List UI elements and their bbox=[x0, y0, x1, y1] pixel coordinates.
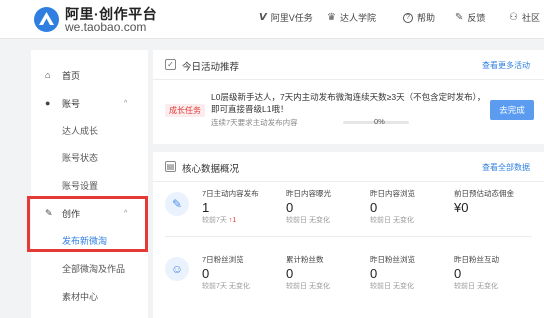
stat-fan-interactions: 昨日粉丝互动 0 较前日 无变化 bbox=[454, 254, 534, 291]
sidebar-item-publish-weitao[interactable]: 发布新微淘 bbox=[31, 229, 148, 251]
chevron-up-icon: ^ bbox=[124, 209, 128, 217]
user-icon: ● bbox=[45, 98, 51, 108]
card-title: 核心数据概况 bbox=[182, 164, 240, 175]
stat-label: 累计粉丝数 bbox=[286, 255, 324, 264]
card-title: 今日活动推荐 bbox=[182, 62, 240, 73]
stat-value: 0 bbox=[370, 266, 378, 281]
stat-compare: 较前日 无变化 bbox=[370, 283, 414, 290]
fans-icon: ☺ bbox=[165, 257, 189, 281]
sidebar-item-label: 发布新微淘 bbox=[62, 235, 108, 246]
task-badge: 成长任务 bbox=[165, 104, 205, 117]
sidebar-item-label: 账号设置 bbox=[62, 180, 99, 191]
activity-card: ✓ 今日活动推荐 查看更多活动 成长任务 L0层级新手达人，7天内主动发布微淘连… bbox=[153, 50, 544, 144]
chevron-up-icon: ^ bbox=[124, 99, 128, 107]
help-icon: ? bbox=[403, 12, 413, 23]
core-data-card: ▤ 核心数据概况 查看全部数据 ✎ 7日主动内容发布 1 较前7天 ↑1 昨日内… bbox=[153, 152, 544, 318]
progress-label: 连续7天要求主动发布内容 bbox=[211, 118, 298, 127]
stat-label: 前日预估动态佣金 bbox=[454, 189, 514, 198]
sidebar-item-create[interactable]: ✎ 创作 ^ bbox=[31, 202, 148, 224]
nav-label: 帮助 bbox=[417, 13, 436, 23]
logo-icon[interactable] bbox=[33, 6, 60, 33]
stat-views: 昨日内容浏览 0 较前日 无变化 bbox=[370, 188, 450, 225]
sidebar-item-account-status[interactable]: 账号状态 bbox=[31, 146, 148, 168]
crown-icon: ♛ bbox=[327, 12, 336, 23]
all-data-link[interactable]: 查看全部数据 bbox=[482, 162, 530, 173]
nav-label: 达人学院 bbox=[339, 13, 376, 23]
stat-label: 昨日粉丝浏览 bbox=[370, 255, 415, 264]
stat-compare: 较前日 无变化 bbox=[286, 217, 330, 224]
pen-icon: ✎ bbox=[45, 207, 53, 218]
document-icon: ✎ bbox=[165, 192, 189, 216]
logo-domain: we.taobao.com bbox=[65, 20, 147, 34]
feedback-icon: ✎ bbox=[455, 12, 464, 23]
nav-label: 反馈 bbox=[467, 13, 486, 23]
checkbox-icon: ✓ bbox=[165, 59, 176, 70]
stat-label: 昨日内容曝光 bbox=[286, 189, 331, 198]
sidebar-item-label: 素材中心 bbox=[62, 291, 99, 302]
nav-help[interactable]: ? 帮助 bbox=[403, 11, 435, 24]
stat-value: 0 bbox=[370, 200, 378, 215]
nav-community[interactable]: ⚇ 社区 bbox=[509, 11, 540, 24]
sidebar-item-label: 首页 bbox=[62, 70, 81, 81]
row-divider bbox=[165, 236, 532, 237]
stat-compare: 较前日 无变化 bbox=[454, 283, 498, 290]
community-icon: ⚇ bbox=[509, 12, 518, 23]
top-header: 阿里·创作平台 we.taobao.com V 阿里V任务 ♛ 达人学院 ? 帮… bbox=[0, 0, 544, 39]
nav-label: 阿里V任务 bbox=[270, 13, 313, 23]
stat-label: 7日主动内容发布 bbox=[202, 189, 259, 198]
task-description: L0层级新手达人，7天内主动发布微淘连续天数≥3天（不包含定时发布），即可直接晋… bbox=[211, 92, 486, 114]
sidebar-item-label: 账号状态 bbox=[62, 152, 99, 163]
chart-icon: ▤ bbox=[165, 161, 176, 172]
stat-label: 昨日内容浏览 bbox=[370, 189, 415, 198]
sidebar-item-label: 创作 bbox=[62, 208, 81, 219]
v-icon: V bbox=[259, 12, 267, 23]
stat-compare: 较前日 无变化 bbox=[370, 217, 414, 224]
stat-compare: 较前7天 无变化 bbox=[202, 283, 250, 290]
complete-task-button[interactable]: 去完成 bbox=[490, 100, 534, 120]
sidebar-item-all-works[interactable]: 全部微淘及作品 bbox=[31, 257, 148, 279]
stat-fan-views: 昨日粉丝浏览 0 较前日 无变化 bbox=[370, 254, 450, 291]
stat-compare: 较前7天 ↑1 bbox=[202, 217, 237, 224]
trend-up: ↑1 bbox=[228, 217, 237, 224]
stat-value: 0 bbox=[454, 266, 462, 281]
stat-label: 昨日粉丝互动 bbox=[454, 255, 499, 264]
stat-compare: 较前日 无变化 bbox=[286, 283, 330, 290]
stat-value: 0 bbox=[286, 200, 294, 215]
sidebar-item-account[interactable]: ● 账号 ^ bbox=[31, 92, 148, 114]
sidebar-item-home[interactable]: ⌂ 首页 bbox=[31, 64, 148, 86]
sidebar: ⌂ 首页 ● 账号 ^ 达人成长 账号状态 账号设置 ✎ 创作 ^ 发布新微淘 … bbox=[31, 50, 148, 318]
sidebar-item-account-settings[interactable]: 账号设置 bbox=[31, 174, 148, 196]
stat-7day-posts: 7日主动内容发布 1 较前7天 ↑1 bbox=[202, 188, 282, 225]
card-header: ▤ 核心数据概况 查看全部数据 bbox=[153, 152, 544, 182]
sidebar-item-label: 达人成长 bbox=[62, 125, 99, 136]
sidebar-item-material-center[interactable]: 素材中心 bbox=[31, 285, 148, 307]
nav-academy[interactable]: ♛ 达人学院 bbox=[327, 11, 376, 24]
nav-feedback[interactable]: ✎ 反馈 bbox=[455, 11, 485, 24]
stat-7day-fan-views: 7日粉丝浏览 0 较前7天 无变化 bbox=[202, 254, 282, 291]
sidebar-item-label: 全部微淘及作品 bbox=[62, 263, 126, 274]
nav-label: 社区 bbox=[521, 13, 540, 23]
stat-value: 1 bbox=[202, 200, 210, 215]
card-header: ✓ 今日活动推荐 查看更多活动 bbox=[153, 50, 544, 80]
stat-commission: 前日预估动态佣金 ¥0 bbox=[454, 188, 534, 215]
sidebar-item-label: 账号 bbox=[62, 98, 81, 109]
stat-value: 0 bbox=[202, 266, 210, 281]
stat-total-fans: 累计粉丝数 0 较前日 无变化 bbox=[286, 254, 366, 291]
stat-value: ¥0 bbox=[454, 200, 469, 215]
home-icon: ⌂ bbox=[45, 70, 51, 80]
stat-exposure: 昨日内容曝光 0 较前日 无变化 bbox=[286, 188, 366, 225]
more-activities-link[interactable]: 查看更多活动 bbox=[482, 60, 530, 71]
nav-v-task[interactable]: V 阿里V任务 bbox=[259, 11, 313, 24]
stat-value: 0 bbox=[286, 266, 294, 281]
stat-label: 7日粉丝浏览 bbox=[202, 255, 244, 264]
progress-percent: 0% bbox=[374, 117, 385, 126]
sidebar-item-growth[interactable]: 达人成长 bbox=[31, 119, 148, 141]
